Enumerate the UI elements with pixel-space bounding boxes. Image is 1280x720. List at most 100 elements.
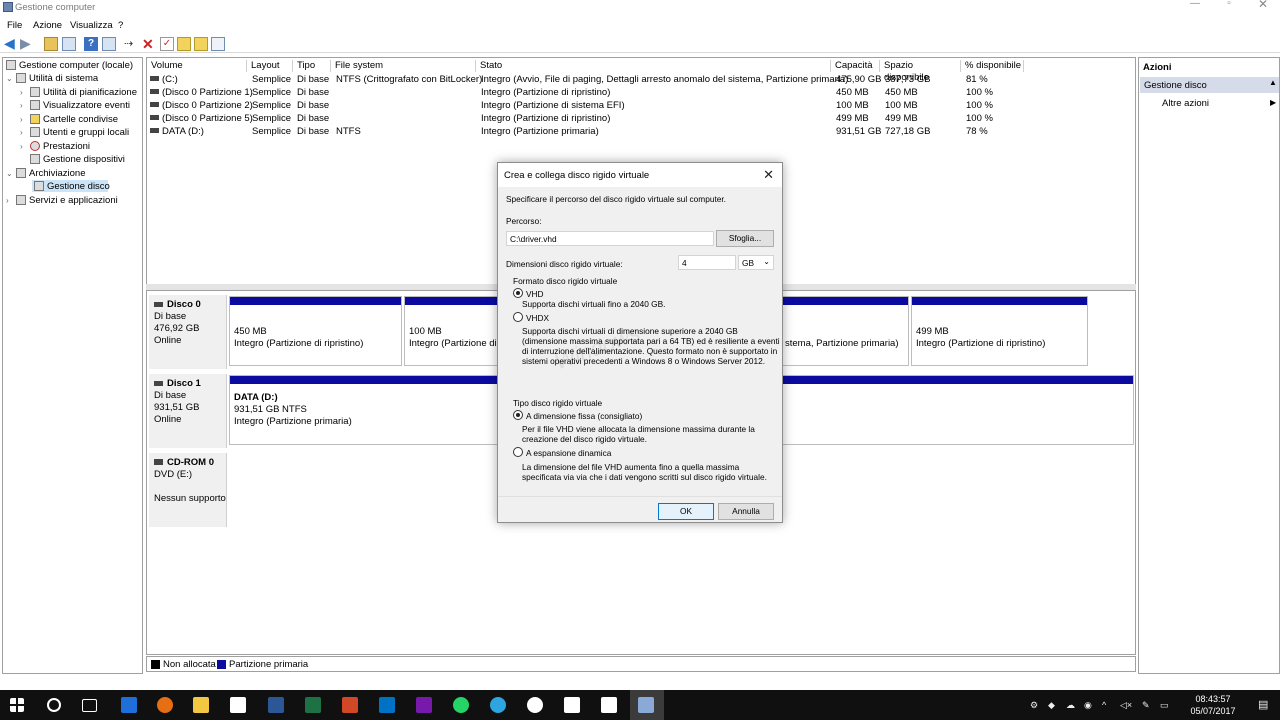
folder-icon[interactable] bbox=[177, 37, 191, 51]
tree-item-disk-management[interactable]: Gestione disco bbox=[34, 180, 110, 193]
expand-arrow-icon[interactable]: › bbox=[20, 140, 30, 153]
fixed-radio[interactable] bbox=[513, 410, 523, 420]
dialog-close-icon[interactable]: ✕ bbox=[763, 167, 774, 183]
dynamic-radio[interactable] bbox=[513, 447, 523, 457]
col-capacita[interactable]: Capacità bbox=[832, 60, 880, 72]
volume-tray-icon[interactable]: ◁× bbox=[1120, 700, 1132, 711]
expand-arrow-icon[interactable]: › bbox=[20, 86, 30, 99]
close-button[interactable]: ✕ bbox=[1246, 0, 1280, 16]
menu-file[interactable]: File bbox=[7, 20, 22, 31]
col-percent[interactable]: % disponibile bbox=[962, 60, 1024, 72]
n-app-icon[interactable] bbox=[564, 697, 580, 713]
tree-root[interactable]: Gestione computer (locale) bbox=[6, 59, 133, 72]
whatsapp-icon[interactable] bbox=[453, 697, 469, 713]
menu-azione[interactable]: Azione bbox=[33, 20, 62, 31]
pen-tray-icon[interactable]: ✎ bbox=[1142, 700, 1150, 711]
col-tipo[interactable]: Tipo bbox=[294, 60, 331, 72]
notes-icon[interactable] bbox=[601, 697, 617, 713]
tree-item-performance[interactable]: › Prestazioni bbox=[20, 140, 90, 153]
sync-tray-icon[interactable]: ◉ bbox=[1084, 700, 1092, 711]
telegram-icon[interactable] bbox=[490, 697, 506, 713]
properties-icon[interactable] bbox=[102, 37, 116, 51]
collapse-arrow-icon[interactable]: ⌄ bbox=[6, 167, 16, 180]
tree-storage[interactable]: ⌄ Archiviazione bbox=[6, 167, 86, 180]
excel-icon[interactable] bbox=[305, 697, 321, 713]
col-stato[interactable]: Stato bbox=[477, 60, 831, 72]
collapse-up-icon[interactable]: ▲ bbox=[1269, 78, 1277, 87]
collapse-arrow-icon[interactable]: ⌄ bbox=[6, 72, 16, 85]
connect-icon[interactable]: ⇢ bbox=[124, 37, 138, 51]
edge-icon[interactable] bbox=[121, 697, 137, 713]
store-icon[interactable] bbox=[230, 697, 246, 713]
network-tray-icon[interactable]: ⚙ bbox=[1030, 700, 1038, 711]
file-explorer-icon[interactable] bbox=[193, 697, 209, 713]
view-icon[interactable] bbox=[211, 37, 225, 51]
expand-arrow-icon[interactable]: › bbox=[6, 194, 16, 207]
cortana-icon[interactable] bbox=[47, 698, 61, 712]
tree-item-users[interactable]: › Utenti e gruppi locali bbox=[20, 126, 129, 139]
vhd-radio[interactable] bbox=[513, 288, 523, 298]
table-row[interactable]: (C:) bbox=[150, 73, 178, 86]
col-filesystem[interactable]: File system bbox=[332, 60, 476, 72]
tree-services[interactable]: › Servizi e applicazioni bbox=[6, 194, 118, 207]
cancel-button[interactable]: Annulla bbox=[718, 503, 774, 520]
computer-management-taskbar-icon[interactable] bbox=[638, 697, 654, 713]
start-icon[interactable] bbox=[10, 698, 24, 712]
show-hide-tree-icon[interactable] bbox=[62, 37, 76, 51]
fixed-label[interactable]: A dimensione fissa (consigliato) bbox=[526, 411, 642, 421]
disk-1-label[interactable]: Disco 1 Di base 931,51 GB Online bbox=[149, 374, 227, 448]
col-volume[interactable]: Volume bbox=[148, 60, 247, 72]
word-icon[interactable] bbox=[268, 697, 284, 713]
notifications-icon[interactable]: ▤ bbox=[1258, 698, 1268, 711]
ok-button[interactable]: OK bbox=[658, 503, 714, 520]
wifi-tray-icon[interactable]: ▭ bbox=[1160, 700, 1169, 711]
tree-item-event-viewer[interactable]: › Visualizzatore eventi bbox=[20, 99, 130, 112]
outlook-icon[interactable] bbox=[379, 697, 395, 713]
path-input[interactable]: C:\driver.vhd bbox=[506, 231, 714, 246]
expand-arrow-icon[interactable]: › bbox=[20, 113, 30, 126]
minimize-button[interactable]: — bbox=[1178, 0, 1212, 16]
table-row[interactable]: (Disco 0 Partizione 2) bbox=[150, 99, 253, 112]
more-actions[interactable]: Altre azioni bbox=[1162, 98, 1209, 109]
vhdx-label[interactable]: VHDX bbox=[526, 313, 549, 323]
menu-visualizza[interactable]: Visualizza bbox=[70, 20, 113, 31]
partition-recovery-2[interactable]: 499 MB Integro (Partizione di ripristino… bbox=[911, 296, 1088, 366]
firefox-icon[interactable] bbox=[157, 697, 173, 713]
tree-system-tools[interactable]: ⌄ Utilità di sistema bbox=[6, 72, 98, 85]
back-icon[interactable]: ◀ bbox=[4, 36, 18, 51]
powerpoint-icon[interactable] bbox=[342, 697, 358, 713]
menu-help[interactable]: ? bbox=[118, 20, 123, 31]
size-input[interactable]: 4 bbox=[678, 255, 736, 270]
chevron-tray-icon[interactable]: ^ bbox=[1102, 700, 1106, 710]
table-row[interactable]: (Disco 0 Partizione 1) bbox=[150, 86, 253, 99]
vhd-label[interactable]: VHD bbox=[526, 289, 544, 299]
browse-button[interactable]: Sfoglia... bbox=[716, 230, 774, 247]
slack-icon[interactable] bbox=[527, 697, 543, 713]
tree-item-device-manager[interactable]: Gestione dispositivi bbox=[30, 153, 125, 166]
help-icon[interactable]: ? bbox=[84, 37, 98, 51]
search-folder-icon[interactable] bbox=[194, 37, 208, 51]
dynamic-label[interactable]: A espansione dinamica bbox=[526, 448, 611, 458]
cdrom-label[interactable]: CD-ROM 0 DVD (E:) Nessun supporto bbox=[149, 453, 227, 527]
forward-icon[interactable]: ▶ bbox=[20, 36, 34, 51]
task-view-icon[interactable] bbox=[82, 699, 97, 712]
maximize-button[interactable]: ▫ bbox=[1212, 0, 1246, 16]
table-row[interactable]: (Disco 0 Partizione 5) bbox=[150, 112, 253, 125]
expand-arrow-icon[interactable]: › bbox=[20, 126, 30, 139]
up-folder-icon[interactable] bbox=[44, 37, 58, 51]
clock[interactable]: 08:43:57 05/07/2017 bbox=[1184, 693, 1242, 717]
cloud-tray-icon[interactable]: ☁ bbox=[1066, 700, 1075, 711]
col-spazio[interactable]: Spazio disponibile bbox=[881, 60, 961, 83]
tree-item-shared-folders[interactable]: › Cartelle condivise bbox=[20, 113, 118, 126]
dropbox-tray-icon[interactable]: ◆ bbox=[1048, 700, 1055, 711]
actions-section[interactable]: Gestione disco bbox=[1144, 80, 1207, 91]
partition-recovery-1[interactable]: 450 MB Integro (Partizione di ripristino… bbox=[229, 296, 402, 366]
unit-select[interactable]: GB ⌄ bbox=[738, 255, 774, 270]
table-row[interactable]: DATA (D:) bbox=[150, 125, 204, 138]
onenote-icon[interactable] bbox=[416, 697, 432, 713]
disk-0-label[interactable]: Disco 0 Di base 476,92 GB Online bbox=[149, 295, 227, 369]
expand-arrow-icon[interactable]: › bbox=[20, 99, 30, 112]
delete-icon[interactable]: ✕ bbox=[142, 37, 156, 51]
vhdx-radio[interactable] bbox=[513, 312, 523, 322]
col-layout[interactable]: Layout bbox=[248, 60, 293, 72]
